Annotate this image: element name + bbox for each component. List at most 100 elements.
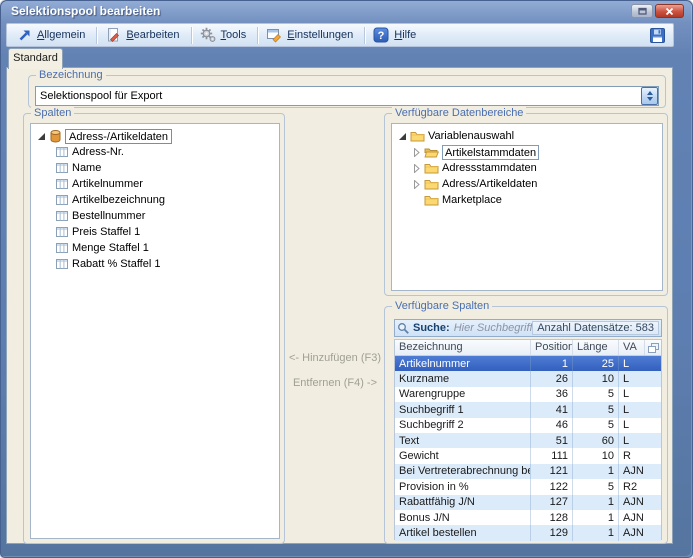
tree-node-label: Name bbox=[72, 162, 101, 174]
tree-node-label: Adressstammdaten bbox=[442, 162, 537, 174]
combobox-spinner[interactable] bbox=[641, 87, 658, 105]
save-icon bbox=[649, 27, 666, 44]
tree-node-folder[interactable]: Artikelstammdaten bbox=[397, 144, 660, 160]
table-header: Bezeichnung Position Länge VA bbox=[395, 340, 661, 356]
column-header-laenge[interactable]: Länge bbox=[573, 340, 619, 355]
folder-icon bbox=[424, 178, 439, 190]
table-row[interactable]: Rabattfähig J/N 127 1 AJN bbox=[395, 495, 661, 510]
tree-node-root[interactable]: Variablenauswahl bbox=[397, 128, 660, 144]
group-label: Verfügbare Datenbereiche bbox=[392, 107, 526, 120]
table-row[interactable]: Kurzname 26 10 L bbox=[395, 371, 661, 386]
toolbar-separator bbox=[364, 27, 365, 44]
spalten-tree: Adress-/Artikeldaten Adress-Nr. Name Art… bbox=[31, 124, 279, 274]
menu-hilfe[interactable]: ? Hilfe bbox=[368, 25, 424, 45]
tree-node-column[interactable]: Artikelnummer bbox=[36, 176, 277, 192]
columns-table: Bezeichnung Position Länge VA Artikelnum… bbox=[394, 339, 662, 540]
search-input[interactable] bbox=[454, 322, 533, 334]
tree-node-label: Preis Staffel 1 bbox=[72, 226, 140, 238]
table-row[interactable]: Artikelnummer 1 25 L bbox=[395, 356, 661, 371]
cell-va: R bbox=[619, 448, 661, 463]
bezeichnung-group: Bezeichnung Selektionspool für Export bbox=[28, 75, 666, 108]
tree-node-root[interactable]: Adress-/Artikeldaten bbox=[36, 128, 277, 144]
window-title: Selektionspool bearbeiten bbox=[11, 4, 160, 18]
column-chooser-icon[interactable] bbox=[645, 340, 661, 355]
tree-node-label: Artikelstammdaten bbox=[442, 145, 539, 160]
column-header-va[interactable]: VA bbox=[619, 340, 645, 355]
tree-node-column[interactable]: Bestellnummer bbox=[36, 208, 277, 224]
spin-down-icon bbox=[647, 97, 653, 101]
remove-button[interactable]: Entfernen (F4) -> bbox=[285, 377, 385, 389]
cell-va: AJN bbox=[619, 510, 661, 525]
tree-node-column[interactable]: Name bbox=[36, 160, 277, 176]
menu-bearbeiten[interactable]: Bearbeiten bbox=[100, 25, 187, 45]
tree-node-column[interactable]: Artikelbezeichnung bbox=[36, 192, 277, 208]
cell-laenge: 1 bbox=[573, 495, 619, 510]
tab-standard[interactable]: Standard bbox=[8, 48, 63, 69]
cell-laenge: 1 bbox=[573, 510, 619, 525]
restore-icon bbox=[638, 7, 647, 15]
search-icon bbox=[397, 322, 410, 335]
menu-allgemein[interactable]: Allgemein bbox=[12, 25, 93, 45]
cell-bezeichnung: Artikel bestellen bbox=[395, 525, 531, 540]
table-icon bbox=[55, 226, 69, 238]
table-row[interactable]: Text 51 60 L bbox=[395, 433, 661, 448]
tree-node-column[interactable]: Menge Staffel 1 bbox=[36, 240, 277, 256]
cell-position: 127 bbox=[531, 495, 573, 510]
tree-node-label: Marketplace bbox=[442, 194, 502, 206]
save-button[interactable] bbox=[647, 26, 668, 45]
edit-icon bbox=[105, 27, 121, 43]
menu-tools[interactable]: Tools bbox=[195, 25, 255, 45]
expander-expanded-icon[interactable] bbox=[36, 132, 46, 141]
column-header-bezeichnung[interactable]: Bezeichnung bbox=[395, 340, 531, 355]
tree-node-column[interactable]: Adress-Nr. bbox=[36, 144, 277, 160]
cell-va: AJN bbox=[619, 495, 661, 510]
table-icon bbox=[55, 210, 69, 222]
tree-node-label[interactable]: Adress-/Artikeldaten bbox=[65, 129, 172, 144]
menu-label: Tools bbox=[221, 28, 247, 42]
expander-collapsed-icon[interactable] bbox=[411, 164, 421, 173]
cell-va: L bbox=[619, 371, 661, 386]
table-row[interactable]: Suchbegriff 1 41 5 L bbox=[395, 402, 661, 417]
expander-collapsed-icon[interactable] bbox=[411, 180, 421, 189]
search-label: Suche: bbox=[413, 322, 450, 334]
table-row[interactable]: Gewicht 111 10 R bbox=[395, 448, 661, 463]
cell-laenge: 60 bbox=[573, 433, 619, 448]
group-label: Spalten bbox=[31, 107, 74, 120]
menu-label: Bearbeiten bbox=[126, 28, 179, 42]
cell-va: AJN bbox=[619, 464, 661, 479]
title-bar[interactable]: Selektionspool bearbeiten bbox=[0, 0, 693, 22]
record-count: Anzahl Datensätze: 583 bbox=[532, 321, 659, 335]
tree-node-label[interactable]: Variablenauswahl bbox=[428, 130, 514, 142]
close-button[interactable] bbox=[655, 4, 684, 18]
expander-collapsed-icon[interactable] bbox=[411, 148, 421, 157]
cell-position: 46 bbox=[531, 418, 573, 433]
table-row[interactable]: Bei Vertreterabrechnung berücksichtige 1… bbox=[395, 464, 661, 479]
table-row[interactable]: Suchbegriff 2 46 5 L bbox=[395, 418, 661, 433]
tree-node-folder[interactable]: Adressstammdaten bbox=[397, 160, 660, 176]
table-row[interactable]: Provision in % 122 5 R2 bbox=[395, 479, 661, 494]
settings-icon bbox=[266, 27, 282, 43]
tree-node-label: Bestellnummer bbox=[72, 210, 145, 222]
tree-node-column[interactable]: Rabatt % Staffel 1 bbox=[36, 256, 277, 272]
tree-node-column[interactable]: Preis Staffel 1 bbox=[36, 224, 277, 240]
gear-icon bbox=[200, 27, 216, 43]
table-row[interactable]: Warengruppe 36 5 L bbox=[395, 387, 661, 402]
group-label: Verfügbare Spalten bbox=[392, 300, 492, 313]
menu-einstellungen[interactable]: Einstellungen bbox=[261, 25, 361, 45]
cell-laenge: 5 bbox=[573, 479, 619, 494]
search-bar: Suche: Anzahl Datensätze: 583 bbox=[394, 319, 662, 337]
column-header-position[interactable]: Position bbox=[531, 340, 573, 355]
restore-button[interactable] bbox=[631, 4, 653, 18]
datenbereiche-group: Verfügbare Datenbereiche Variablenauswah… bbox=[384, 113, 668, 296]
table-row[interactable]: Artikel bestellen 129 1 AJN bbox=[395, 525, 661, 540]
spin-up-icon bbox=[647, 91, 653, 95]
tree-node-folder[interactable]: Adress/Artikeldaten bbox=[397, 176, 660, 192]
add-button[interactable]: <- Hinzufügen (F3) bbox=[285, 352, 385, 364]
cell-va: L bbox=[619, 356, 661, 371]
table-row[interactable]: Bonus J/N 128 1 AJN bbox=[395, 510, 661, 525]
tree-node-folder[interactable]: Marketplace bbox=[397, 192, 660, 208]
bezeichnung-combobox[interactable]: Selektionspool für Export bbox=[35, 86, 659, 106]
help-icon: ? bbox=[373, 27, 389, 43]
cell-bezeichnung: Gewicht bbox=[395, 448, 531, 463]
expander-expanded-icon[interactable] bbox=[397, 132, 407, 141]
